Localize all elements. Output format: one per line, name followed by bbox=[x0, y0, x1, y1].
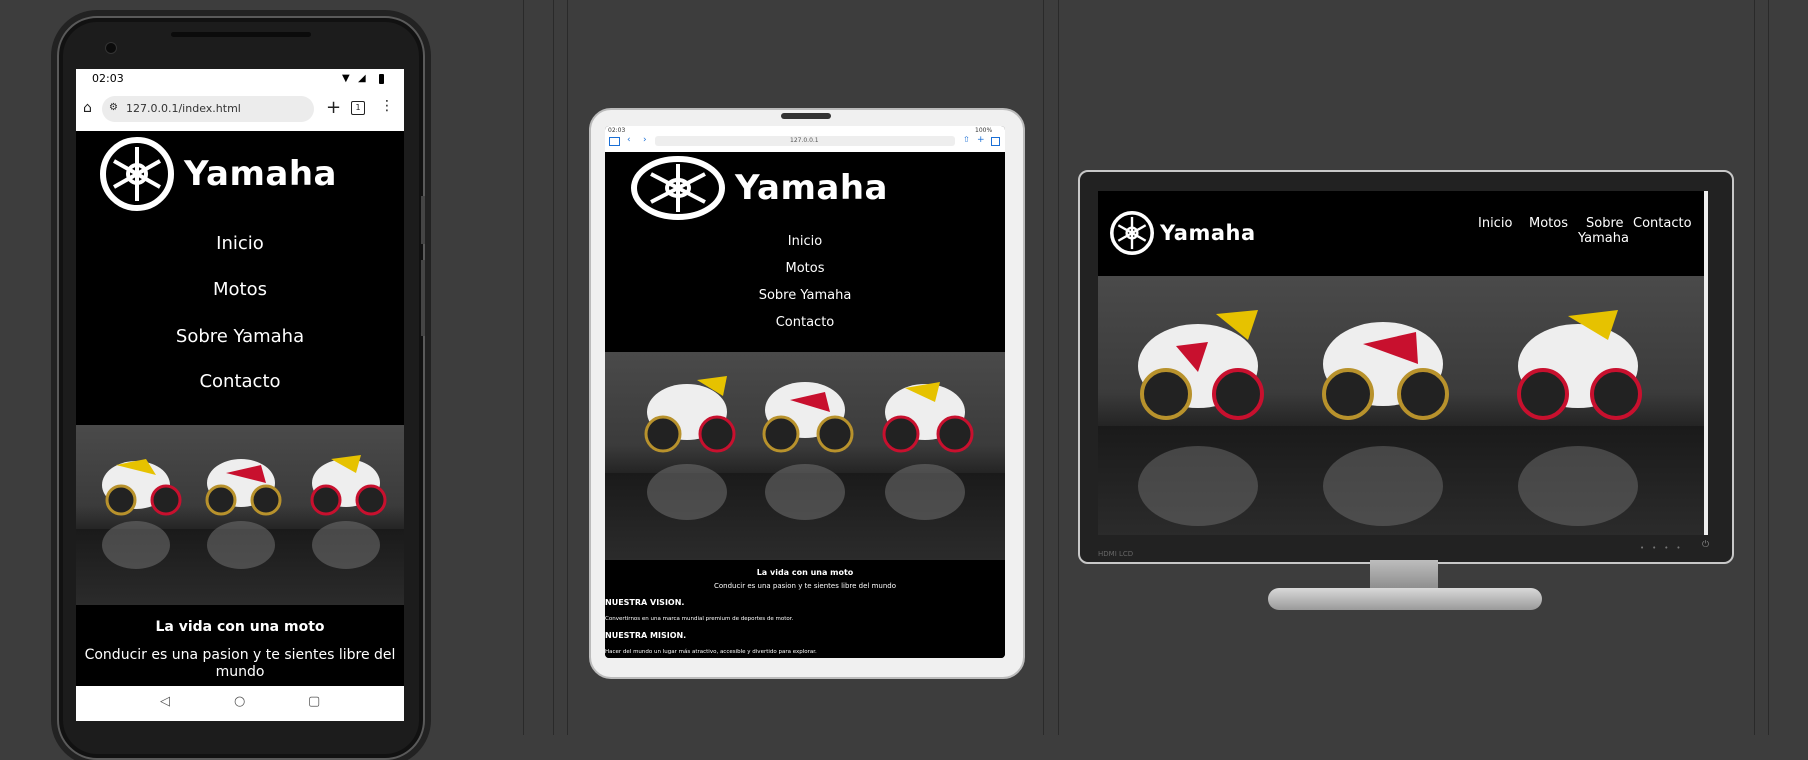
url-text: 127.0.0.1/index.html bbox=[126, 102, 241, 115]
phone-screen: 02:03 ▼ ◢ ⌂ ⚙ 127.0.0.1/index.html + 1 ⋮ bbox=[76, 69, 404, 721]
nav-sobre[interactable]: Sobre bbox=[1586, 216, 1624, 231]
home-icon[interactable]: ⌂ bbox=[83, 100, 92, 116]
yamaha-tuning-fork-logo-icon bbox=[1110, 211, 1154, 255]
camera-icon bbox=[105, 42, 117, 54]
tagline: La vida con una moto bbox=[155, 619, 325, 635]
tagline: La vida con una moto bbox=[756, 568, 854, 577]
brand-name: Yamaha bbox=[735, 168, 888, 208]
tablet-browser-bar: 02:03 100% ‹ › 127.0.0.1 ⇧ + bbox=[605, 126, 1005, 152]
tablet-screen: 02:03 100% ‹ › 127.0.0.1 ⇧ + Yamaha Inic… bbox=[605, 126, 1005, 658]
nav-sobre-yamaha[interactable]: Sobre Yamaha bbox=[76, 326, 404, 371]
subtitle: Conducir es una pasion y te sientes libr… bbox=[84, 647, 396, 680]
tablet-url: 127.0.0.1 bbox=[790, 137, 819, 144]
phone-side-button bbox=[421, 196, 425, 244]
address-bar[interactable]: ⚙ 127.0.0.1/index.html bbox=[102, 96, 314, 122]
sidebar-icon[interactable] bbox=[609, 137, 620, 146]
new-tab-icon[interactable]: + bbox=[326, 97, 341, 118]
desktop-site: Yamaha Inicio Motos Sobre Yamaha Contact… bbox=[1098, 191, 1704, 535]
recents-icon[interactable]: ▢ bbox=[308, 694, 320, 709]
mission-text: Hacer del mundo un lugar más atractivo, … bbox=[605, 649, 817, 655]
mobile-site: Yamaha Inicio Motos Sobre Yamaha Contact… bbox=[76, 131, 404, 686]
vision-title: NUESTRA VISION. bbox=[605, 598, 685, 607]
phone-status-bar: 02:03 ▼ ◢ bbox=[76, 69, 404, 89]
wifi-icon: ▼ bbox=[342, 73, 350, 84]
tablet-battery: 100% bbox=[975, 127, 993, 134]
status-time: 02:03 bbox=[92, 72, 124, 85]
subtitle: Conducir es una pasion y te sientes libr… bbox=[713, 582, 897, 590]
phone-browser-bar: ⌂ ⚙ 127.0.0.1/index.html + 1 ⋮ bbox=[76, 89, 404, 131]
tablet-camera bbox=[781, 113, 831, 119]
nav-contacto[interactable]: Contacto bbox=[1633, 216, 1692, 231]
column-divider bbox=[567, 0, 568, 735]
yamaha-tuning-fork-logo-icon bbox=[631, 156, 725, 220]
tablet-site: Yamaha Inicio Motos Sobre Yamaha Contact… bbox=[605, 152, 1005, 658]
nav-inicio[interactable]: Inicio bbox=[605, 234, 1005, 261]
nav-inicio[interactable]: Inicio bbox=[76, 233, 404, 279]
column-divider bbox=[553, 0, 554, 735]
nav-contacto[interactable]: Contacto bbox=[76, 371, 404, 411]
column-divider bbox=[1058, 0, 1059, 735]
tablet-time: 02:03 bbox=[608, 127, 626, 134]
new-tab-icon[interactable]: + bbox=[977, 135, 985, 145]
nav-motos[interactable]: Motos bbox=[1529, 216, 1568, 231]
tabs-overview-icon[interactable] bbox=[991, 137, 1000, 146]
yamaha-tuning-fork-logo-icon bbox=[100, 137, 174, 211]
motorcycles-image bbox=[644, 376, 974, 520]
monitor-stand-neck bbox=[1370, 560, 1438, 588]
monitor-buttons: •••• bbox=[1640, 544, 1689, 552]
back-icon[interactable]: ‹ bbox=[627, 135, 631, 145]
brand-name: Yamaha bbox=[184, 154, 337, 194]
hero-image bbox=[605, 352, 1005, 560]
site-logo[interactable]: Yamaha bbox=[631, 156, 888, 220]
vision-text: Convertirnos en una marca mundial premiu… bbox=[605, 616, 794, 622]
monitor-screen: Yamaha Inicio Motos Sobre Yamaha Contact… bbox=[1098, 191, 1708, 535]
tablet-address-bar[interactable]: 127.0.0.1 bbox=[655, 136, 955, 146]
android-nav-bar: ◁ ○ ▢ bbox=[76, 686, 404, 721]
power-icon[interactable]: ⏻ bbox=[1702, 540, 1709, 550]
desktop-scrollbar[interactable] bbox=[1704, 191, 1708, 535]
mission-title: NUESTRA MISION. bbox=[605, 631, 687, 640]
column-divider bbox=[523, 0, 524, 735]
phone-side-button bbox=[421, 260, 425, 336]
home-button-icon[interactable]: ○ bbox=[234, 694, 245, 709]
nav-yamaha[interactable]: Yamaha bbox=[1578, 231, 1629, 246]
nav-contacto[interactable]: Contacto bbox=[605, 315, 1005, 342]
monitor-brand-label: HDMI LCD bbox=[1098, 550, 1134, 558]
site-logo[interactable]: Yamaha bbox=[1110, 211, 1256, 255]
desktop-header: Yamaha Inicio Motos Sobre Yamaha Contact… bbox=[1098, 191, 1704, 276]
share-icon[interactable]: ⇧ bbox=[963, 135, 970, 144]
more-menu-icon[interactable]: ⋮ bbox=[380, 98, 394, 114]
motorcycles-image bbox=[102, 455, 387, 569]
motorcycles-image bbox=[1138, 310, 1642, 526]
site-settings-icon[interactable]: ⚙ bbox=[109, 102, 118, 113]
nav-sobre-yamaha[interactable]: Sobre Yamaha bbox=[605, 288, 1005, 315]
column-divider bbox=[1043, 0, 1044, 735]
nav-motos[interactable]: Motos bbox=[605, 261, 1005, 288]
signal-icon: ◢ bbox=[358, 73, 366, 84]
hero-image bbox=[76, 425, 404, 605]
column-divider bbox=[1768, 0, 1769, 735]
mobile-nav: Inicio Motos Sobre Yamaha Contacto bbox=[76, 233, 404, 411]
tablet-nav: Inicio Motos Sobre Yamaha Contacto bbox=[605, 234, 1005, 342]
battery-icon bbox=[379, 74, 384, 84]
nav-inicio[interactable]: Inicio bbox=[1478, 216, 1512, 231]
column-divider bbox=[1754, 0, 1755, 735]
speaker-slot bbox=[171, 32, 311, 37]
tab-switcher-button[interactable]: 1 bbox=[351, 101, 365, 115]
back-icon[interactable]: ◁ bbox=[160, 694, 170, 709]
hero-image bbox=[1098, 276, 1704, 535]
forward-icon[interactable]: › bbox=[643, 135, 647, 145]
nav-motos[interactable]: Motos bbox=[76, 279, 404, 326]
monitor-stand-base bbox=[1268, 588, 1542, 610]
site-logo[interactable]: Yamaha bbox=[100, 137, 337, 211]
brand-name: Yamaha bbox=[1160, 221, 1256, 245]
